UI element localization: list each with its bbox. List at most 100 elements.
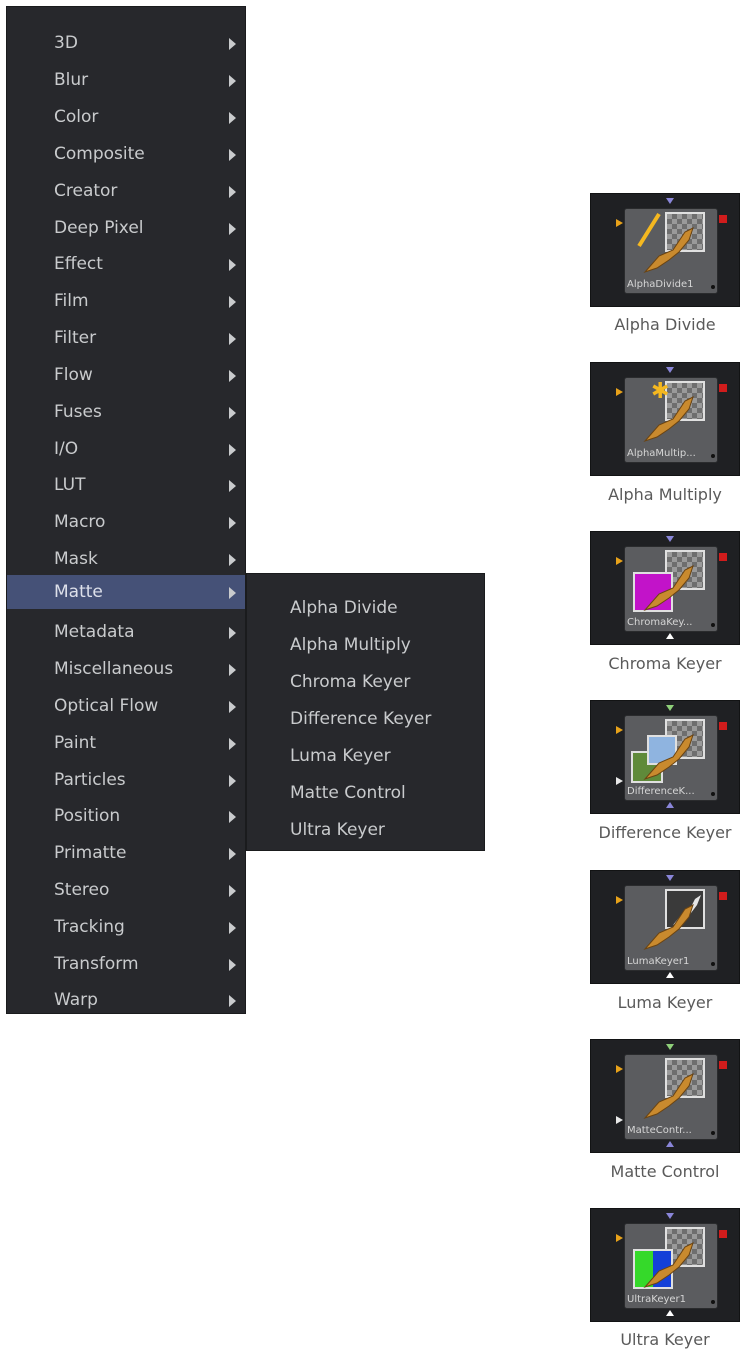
matte-control-node-tile[interactable]: MatteContr... [590,1039,740,1153]
submenu-arrow-icon [229,480,236,492]
menu-item-lut[interactable]: LUT [7,468,245,502]
menu-item-paint[interactable]: Paint [7,726,245,760]
input-arrow-icon [616,726,623,734]
submenu-arrow-icon [229,701,236,713]
submenu-item-luma-keyer[interactable]: Luma Keyer [290,739,391,773]
input-arrow-icon [616,1065,623,1073]
menu-item-filter[interactable]: Filter [7,321,245,355]
node-name-label: MatteContr... [627,1125,692,1136]
alpha-divide-node-tile[interactable]: AlphaDivide1 [590,193,740,307]
menu-item-primatte[interactable]: Primatte [7,836,245,870]
menu-item-deep-pixel[interactable]: Deep Pixel [7,211,245,245]
submenu-arrow-icon [229,333,236,345]
asterisk-overlay-icon: ✱ [651,379,670,404]
menu-item-blur[interactable]: Blur [7,63,245,97]
submenu-item-alpha-multiply[interactable]: Alpha Multiply [290,628,411,662]
menu-item-position[interactable]: Position [7,799,245,833]
submenu-item-alpha-divide[interactable]: Alpha Divide [290,591,398,625]
effect-mask-input-icon [666,875,674,881]
tools-menu: 3D Blur Color Composite Creator Deep Pix… [6,6,246,1014]
status-dot-icon [711,1300,715,1304]
submenu-arrow-icon [229,664,236,676]
effect-mask-input-icon [666,536,674,542]
menu-item-macro[interactable]: Macro [7,505,245,539]
submenu-item-matte-control[interactable]: Matte Control [290,776,406,810]
submenu-arrow-icon [229,259,236,271]
menu-item-label: Paint [54,733,97,753]
node-name-label: ChromaKey... [627,617,693,628]
menu-item-label: Stereo [54,880,110,900]
output-square-icon [719,1061,727,1069]
output-square-icon [719,215,727,223]
menu-item-transform[interactable]: Transform [7,947,245,981]
submenu-arrow-icon [229,112,236,124]
node-name-label: AlphaDivide1 [627,279,694,290]
status-dot-icon [711,792,715,796]
matte-submenu: Alpha Divide Alpha Multiply Chroma Keyer… [246,573,485,851]
submenu-arrow-icon [229,848,236,860]
luma-keyer-node-tile[interactable]: LumaKeyer1 [590,870,740,984]
status-dot-icon [711,285,715,289]
menu-item-warp[interactable]: Warp [7,983,245,1017]
menu-item-io[interactable]: I/O [7,432,245,466]
input-arrow-icon [616,388,623,396]
menu-item-label: Position [54,806,121,826]
submenu-item-difference-keyer[interactable]: Difference Keyer [290,702,431,736]
menu-item-optical-flow[interactable]: Optical Flow [7,689,245,723]
submenu-item-chroma-keyer[interactable]: Chroma Keyer [290,665,410,699]
menu-item-label: Mask [54,549,98,569]
status-dot-icon [711,1131,715,1135]
node-name-label: AlphaMultip... [627,448,696,459]
submenu-arrow-icon [229,75,236,87]
menu-item-label: Blur [54,70,89,90]
submenu-item-ultra-keyer[interactable]: Ultra Keyer [290,813,385,847]
alpha-multiply-node-tile[interactable]: ✱ AlphaMultip... [590,362,740,476]
menu-item-label: Transform [54,954,139,974]
submenu-arrow-icon [229,223,236,235]
leopard-image-icon [643,1242,694,1289]
menu-item-effect[interactable]: Effect [7,247,245,281]
menu-item-stereo[interactable]: Stereo [7,873,245,907]
submenu-arrow-icon [229,775,236,787]
submenu-arrow-icon [229,370,236,382]
garbage-mask-input-icon [666,972,674,978]
menu-item-metadata[interactable]: Metadata [7,615,245,649]
chroma-keyer-node-tile[interactable]: ChromaKey... [590,531,740,645]
menu-item-label: LUT [54,475,86,495]
menu-item-label: Composite [54,144,145,164]
menu-item-label: 3D [54,33,78,53]
status-dot-icon [711,962,715,966]
leopard-image-icon [643,1073,694,1120]
menu-item-label: Matte [54,582,103,602]
foreground-input-icon [616,1116,623,1124]
clean-plate-input-icon [616,777,623,785]
submenu-arrow-icon [229,149,236,161]
difference-keyer-node-tile[interactable]: DifferenceK... [590,700,740,814]
menu-item-particles[interactable]: Particles [7,763,245,797]
ultra-keyer-node-tile[interactable]: UltraKeyer1 [590,1208,740,1322]
menu-item-mask[interactable]: Mask [7,542,245,576]
menu-item-label: Tracking [54,917,125,937]
menu-item-3d[interactable]: 3D [7,26,245,60]
submenu-arrow-icon [229,38,236,50]
menu-item-matte[interactable]: Matte [7,575,245,609]
slash-overlay-icon [637,212,661,248]
menu-item-creator[interactable]: Creator [7,174,245,208]
submenu-arrow-icon [229,959,236,971]
node-caption: Chroma Keyer [608,654,722,673]
menu-item-miscellaneous[interactable]: Miscellaneous [7,652,245,686]
node-name-label: DifferenceK... [627,786,695,797]
menu-item-film[interactable]: Film [7,284,245,318]
submenu-arrow-icon [229,627,236,639]
menu-item-tracking[interactable]: Tracking [7,910,245,944]
status-dot-icon [711,623,715,627]
menu-item-label: Fuses [54,402,102,422]
menu-item-label: Filter [54,328,97,348]
status-dot-icon [711,454,715,458]
garbage-mask-input-icon [666,1141,674,1147]
menu-item-flow[interactable]: Flow [7,358,245,392]
menu-item-color[interactable]: Color [7,100,245,134]
garbage-mask-input-icon [666,1310,674,1316]
menu-item-fuses[interactable]: Fuses [7,395,245,429]
menu-item-composite[interactable]: Composite [7,137,245,171]
